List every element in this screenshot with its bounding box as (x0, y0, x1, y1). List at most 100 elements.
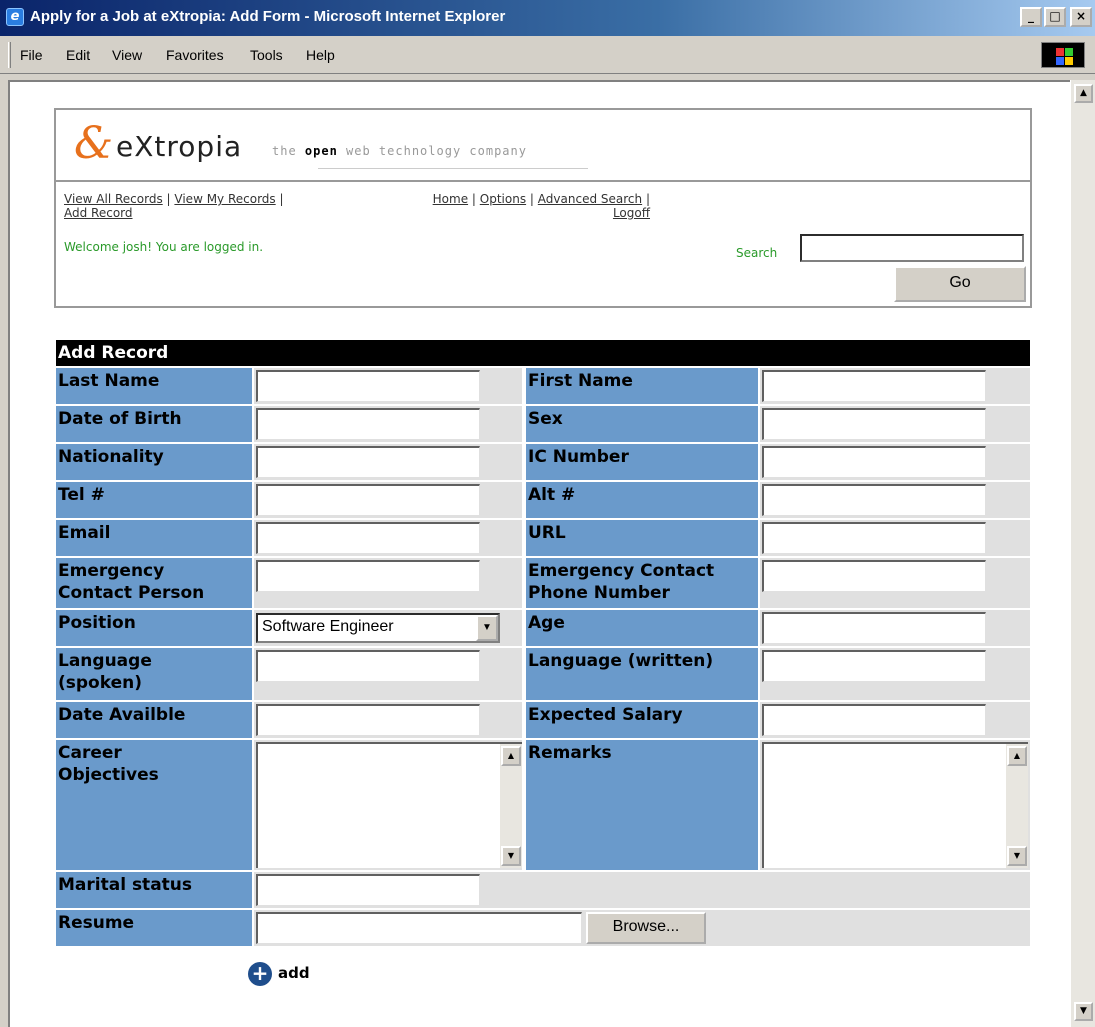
form-row: Resume Browse... (56, 910, 1030, 946)
form-row: Career Objectives ▲ ▼ Remarks ▲ ▼ (56, 740, 1030, 870)
label-last-name: Last Name (56, 368, 252, 404)
form-row: Language (spoken) Language (written) (56, 648, 1030, 700)
link-advanced-search[interactable]: Advanced Search (538, 192, 642, 206)
link-logoff[interactable]: Logoff (613, 206, 650, 220)
label-career-objectives: Career Objectives (56, 740, 252, 870)
emergency-person-input[interactable] (256, 560, 480, 592)
form-row: Date Availble Expected Salary (56, 702, 1030, 738)
menu-grip (8, 42, 11, 68)
form-row: Tel # Alt # (56, 482, 1030, 518)
remarks-textarea[interactable]: ▲ ▼ (762, 742, 1028, 868)
label-tel: Tel # (56, 482, 252, 518)
sex-input[interactable] (762, 408, 986, 440)
position-selected-value: Software Engineer (262, 618, 394, 635)
menu-edit[interactable]: Edit (66, 47, 90, 63)
emergency-phone-input[interactable] (762, 560, 986, 592)
menu-file[interactable]: File (20, 47, 43, 63)
browse-button[interactable]: Browse... (586, 912, 706, 944)
textarea-scrollbar[interactable]: ▲ ▼ (1006, 744, 1028, 868)
scroll-down-icon[interactable]: ▼ (501, 846, 521, 866)
link-options[interactable]: Options (480, 192, 526, 206)
link-view-all-records[interactable]: View All Records (64, 192, 163, 206)
scroll-down-icon[interactable]: ▼ (1007, 846, 1027, 866)
form-row: Email URL (56, 520, 1030, 556)
tel-input[interactable] (256, 484, 480, 516)
scroll-up-icon[interactable]: ▲ (501, 746, 521, 766)
alt-input[interactable] (762, 484, 986, 516)
add-icon[interactable]: + (248, 962, 272, 986)
nationality-input[interactable] (256, 446, 480, 478)
label-email: Email (56, 520, 252, 556)
label-first-name: First Name (526, 368, 758, 404)
url-input[interactable] (762, 522, 986, 554)
separator: | (529, 192, 534, 206)
email-input[interactable] (256, 522, 480, 554)
label-remarks: Remarks (526, 740, 758, 870)
form-row: Marital status (56, 872, 1030, 908)
label-language-written: Language (written) (526, 648, 758, 700)
scroll-down-icon[interactable]: ▼ (1074, 1002, 1093, 1021)
expected-salary-input[interactable] (762, 704, 986, 736)
label-emergency-phone: Emergency Contact Phone Number (526, 558, 758, 608)
minimize-button[interactable]: _ (1020, 7, 1042, 27)
menu-tools[interactable]: Tools (250, 47, 283, 63)
logo-wordmark: eXtropia (116, 130, 243, 163)
age-input[interactable] (762, 612, 986, 644)
nav-left: View All Records | View My Records | Add… (64, 192, 284, 220)
position-select[interactable]: Software Engineer ▼ (256, 613, 500, 643)
first-name-input[interactable] (762, 370, 986, 402)
date-available-input[interactable] (256, 704, 480, 736)
nav-right: Home | Options | Advanced Search | Logof… (420, 192, 650, 220)
textarea-scrollbar[interactable]: ▲ ▼ (500, 744, 522, 868)
search-label: Search (736, 246, 778, 260)
form-row: Date of Birth Sex (56, 406, 1030, 442)
language-written-input[interactable] (762, 650, 986, 682)
dob-input[interactable] (256, 408, 480, 440)
link-home[interactable]: Home (433, 192, 468, 206)
label-dob: Date of Birth (56, 406, 252, 442)
chevron-down-icon[interactable]: ▼ (476, 615, 498, 641)
close-button[interactable]: × (1070, 7, 1092, 27)
menu-view[interactable]: View (112, 47, 142, 63)
label-position: Position (56, 610, 252, 646)
label-url: URL (526, 520, 758, 556)
ic-number-input[interactable] (762, 446, 986, 478)
form-row: Emergency Contact Person Emergency Contac… (56, 558, 1030, 608)
windows-logo-icon (1041, 42, 1085, 68)
menu-favorites[interactable]: Favorites (166, 47, 224, 63)
separator: | (166, 192, 171, 206)
career-objectives-textarea[interactable]: ▲ ▼ (256, 742, 522, 868)
scroll-up-icon[interactable]: ▲ (1007, 746, 1027, 766)
form-title: Add Record (56, 340, 1030, 366)
label-expected-salary: Expected Salary (526, 702, 758, 738)
menu-help[interactable]: Help (306, 47, 335, 63)
extropia-logo-icon: & (74, 118, 114, 169)
form-row: Position Software Engineer ▼ Age (56, 610, 1030, 646)
scroll-up-icon[interactable]: ▲ (1074, 84, 1093, 103)
welcome-message: Welcome josh! You are logged in. (64, 240, 264, 254)
menu-bar: File Edit View Favorites Tools Help (0, 36, 1095, 74)
form-row: Nationality IC Number (56, 444, 1030, 480)
separator: | (279, 192, 284, 206)
resume-file-input[interactable] (256, 912, 582, 944)
label-emergency-person: Emergency Contact Person (56, 558, 252, 608)
logo-tagline: the open web technology company (272, 144, 527, 158)
form-row: Last Name First Name (56, 368, 1030, 404)
label-age: Age (526, 610, 758, 646)
link-view-my-records[interactable]: View My Records (174, 192, 275, 206)
language-spoken-input[interactable] (256, 650, 480, 682)
link-add-record[interactable]: Add Record (64, 206, 133, 220)
go-button[interactable]: Go (894, 266, 1026, 302)
page-scrollbar[interactable]: ▲ ▼ (1070, 80, 1095, 1027)
maximize-button[interactable]: □ (1044, 7, 1066, 27)
site-header: & eXtropia the open web technology compa… (54, 108, 1032, 308)
label-sex: Sex (526, 406, 758, 442)
search-input[interactable] (800, 234, 1024, 262)
last-name-input[interactable] (256, 370, 480, 402)
label-language-spoken: Language (spoken) (56, 648, 252, 700)
window-title-bar: e Apply for a Job at eXtropia: Add Form … (0, 0, 1095, 36)
add-button-label[interactable]: add (278, 964, 310, 982)
marital-status-input[interactable] (256, 874, 480, 906)
page-viewport: & eXtropia the open web technology compa… (8, 80, 1070, 1027)
label-resume: Resume (56, 910, 252, 946)
